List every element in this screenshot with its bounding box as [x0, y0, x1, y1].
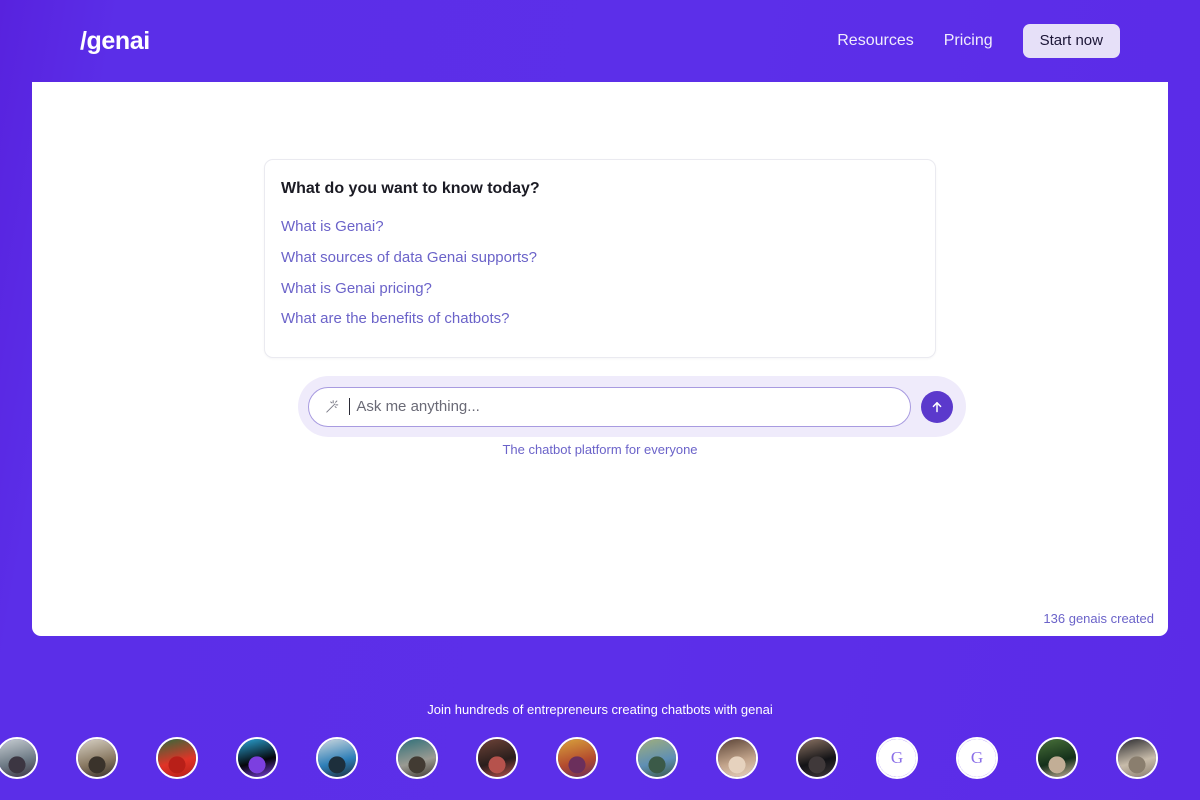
avatar-5[interactable]: [316, 737, 358, 779]
avatar-14[interactable]: [1036, 737, 1078, 779]
avatar-initial: G: [958, 739, 996, 777]
composer-bar: [298, 376, 966, 437]
suggestions-title: What do you want to know today?: [281, 180, 540, 197]
tagline-text: The chatbot platform for everyone: [502, 442, 698, 457]
ask-input[interactable]: [356, 398, 896, 415]
suggestion-item-4[interactable]: What are the benefits of chatbots?: [281, 304, 919, 335]
avatar-1[interactable]: [0, 737, 38, 779]
avatar-12[interactable]: G: [876, 737, 918, 779]
avatar-6[interactable]: [396, 737, 438, 779]
avatar-4[interactable]: [236, 737, 278, 779]
avatar-photo: [558, 739, 596, 777]
nav-link-resources[interactable]: Resources: [837, 33, 913, 49]
avatar-row: GG: [0, 737, 1200, 783]
nav-links-group: Resources Pricing Start now: [837, 23, 1120, 59]
avatar-photo: [318, 739, 356, 777]
suggestions-card: What do you want to know today? What is …: [264, 159, 936, 358]
avatar-initial: G: [878, 739, 916, 777]
brand-logo[interactable]: /genai: [80, 28, 150, 54]
avatar-photo: [158, 739, 196, 777]
avatar-7[interactable]: [476, 737, 518, 779]
avatar-9[interactable]: [636, 737, 678, 779]
avatar-photo: [398, 739, 436, 777]
text-cursor: [349, 398, 351, 415]
avatar-photo: [1118, 739, 1156, 777]
avatar-11[interactable]: [796, 737, 838, 779]
suggestion-item-2[interactable]: What sources of data Genai supports?: [281, 243, 919, 274]
avatar-13[interactable]: G: [956, 737, 998, 779]
send-button[interactable]: [921, 390, 953, 423]
top-navigation-bar: /genai Resources Pricing Start now: [0, 0, 1200, 82]
avatar-photo: [78, 739, 116, 777]
arrow-up-icon: [932, 401, 942, 412]
ask-input-wrapper[interactable]: [308, 386, 911, 427]
suggestion-item-1[interactable]: What is Genai?: [281, 212, 919, 243]
footer-title: Join hundreds of entrepreneurs creating …: [427, 702, 773, 717]
avatar-photo: [718, 739, 756, 777]
avatar-3[interactable]: [156, 737, 198, 779]
nav-link-pricing[interactable]: Pricing: [944, 33, 993, 49]
avatar-15[interactable]: [1116, 737, 1158, 779]
avatar-photo: [238, 739, 276, 777]
avatar-photo: [798, 739, 836, 777]
suggestion-item-3[interactable]: What is Genai pricing?: [281, 274, 919, 305]
magic-wand-icon: [326, 399, 339, 413]
avatar-photo: [638, 739, 676, 777]
footer-section: Join hundreds of entrepreneurs creating …: [0, 636, 1200, 800]
avatar-photo: [1038, 739, 1076, 777]
avatar-photo: [478, 739, 516, 777]
avatar-2[interactable]: [76, 737, 118, 779]
avatar-8[interactable]: [556, 737, 598, 779]
start-now-button[interactable]: Start now: [1022, 23, 1120, 59]
main-panel: What do you want to know today? What is …: [32, 82, 1168, 636]
genais-created-counter: 136 genais created: [1043, 611, 1154, 626]
avatar-10[interactable]: [716, 737, 758, 779]
avatar-photo: [0, 739, 36, 777]
